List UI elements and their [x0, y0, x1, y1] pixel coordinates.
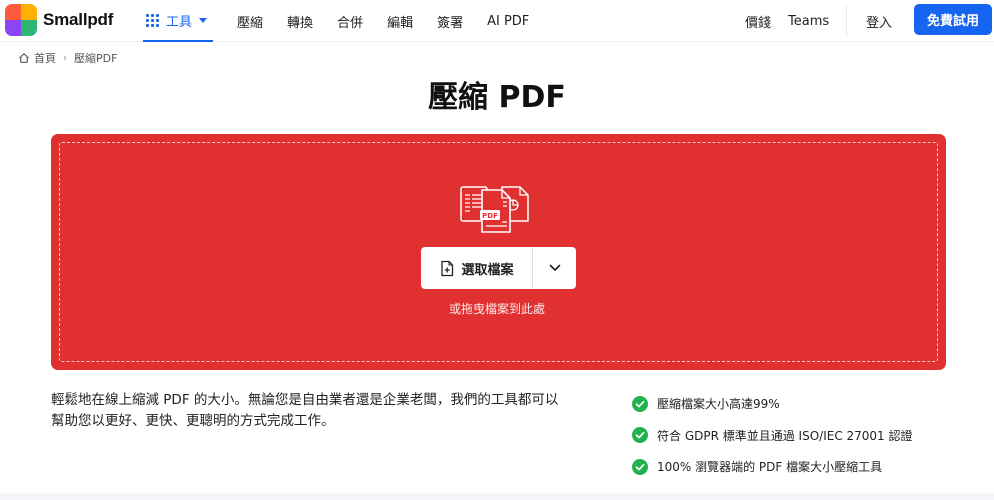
top-nav-bar: Smallpdf 工具 壓縮 轉換 合併 編輯 簽署 AI PDF 價錢 Tea… — [0, 0, 994, 42]
nav-item-sign[interactable]: 簽署 — [437, 12, 463, 31]
choose-file-button-group: 選取檔案 — [421, 247, 576, 289]
feature-text: 壓縮檔案大小高達99% — [657, 397, 780, 412]
chevron-down-icon — [549, 264, 560, 271]
home-icon — [19, 53, 29, 63]
brand-name: Smallpdf — [43, 10, 114, 29]
feature-text: 100% 瀏覽器端的 PDF 檔案大小壓縮工具 — [657, 460, 883, 475]
breadcrumb-current: 壓縮PDF — [74, 52, 118, 65]
file-add-icon — [441, 260, 454, 276]
feature-text: 符合 GDPR 標準並且通過 ISO/IEC 27001 認證 — [657, 428, 913, 443]
login-link[interactable]: 登入 — [866, 0, 892, 42]
nav-item-compress[interactable]: 壓縮 — [237, 12, 263, 31]
nav-tools-menu[interactable]: 工具 — [143, 0, 214, 42]
nav-teams-link[interactable]: Teams — [788, 0, 829, 42]
breadcrumb-home[interactable]: 首頁 — [34, 50, 56, 66]
choose-source-dropdown[interactable] — [533, 247, 576, 289]
pdf-files-icon: PDF — [460, 186, 529, 233]
header-divider — [846, 6, 847, 36]
nav-tools-label: 工具 — [166, 14, 193, 30]
page-title: 壓縮 PDF — [428, 80, 566, 115]
section-divider — [0, 493, 994, 500]
check-circle-icon — [632, 427, 648, 444]
main-nav: 工具 壓縮 轉換 合併 編輯 簽署 AI PDF — [143, 0, 529, 42]
choose-file-label: 選取檔案 — [461, 262, 514, 278]
tool-description: 輕鬆地在線上縮減 PDF 的大小。無論您是自由業者還是企業老闆，我們的工具都可以… — [51, 392, 559, 429]
grid-menu-icon — [146, 13, 159, 27]
nav-item-ai-pdf[interactable]: AI PDF — [487, 14, 529, 29]
pdf-badge-label: PDF — [482, 212, 498, 220]
chevron-down-icon — [199, 17, 208, 23]
feature-item: 壓縮檔案大小高達99% — [632, 388, 913, 420]
nav-item-convert[interactable]: 轉換 — [287, 12, 313, 31]
nav-item-merge[interactable]: 合併 — [337, 12, 363, 31]
nav-pricing-link[interactable]: 價錢 — [745, 0, 771, 42]
free-trial-button[interactable]: 免費試用 — [914, 4, 992, 35]
logo-mark-icon — [5, 4, 37, 36]
check-circle-icon — [632, 458, 648, 475]
breadcrumb-separator: › — [63, 52, 67, 64]
nav-item-edit[interactable]: 編輯 — [387, 12, 413, 31]
choose-file-button[interactable]: 選取檔案 — [421, 247, 533, 289]
feature-item: 符合 GDPR 標準並且通過 ISO/IEC 27001 認證 — [632, 420, 913, 452]
drop-hint-text: 或拖曳檔案到此處 — [448, 302, 545, 316]
breadcrumb: 首頁 › 壓縮PDF — [18, 50, 117, 66]
feature-item: 100% 瀏覽器端的 PDF 檔案大小壓縮工具 — [632, 451, 913, 483]
smallpdf-logo[interactable]: Smallpdf — [5, 4, 113, 36]
check-circle-icon — [632, 395, 648, 412]
feature-list: 壓縮檔案大小高達99% 符合 GDPR 標準並且通過 ISO/IEC 27001… — [632, 388, 913, 483]
